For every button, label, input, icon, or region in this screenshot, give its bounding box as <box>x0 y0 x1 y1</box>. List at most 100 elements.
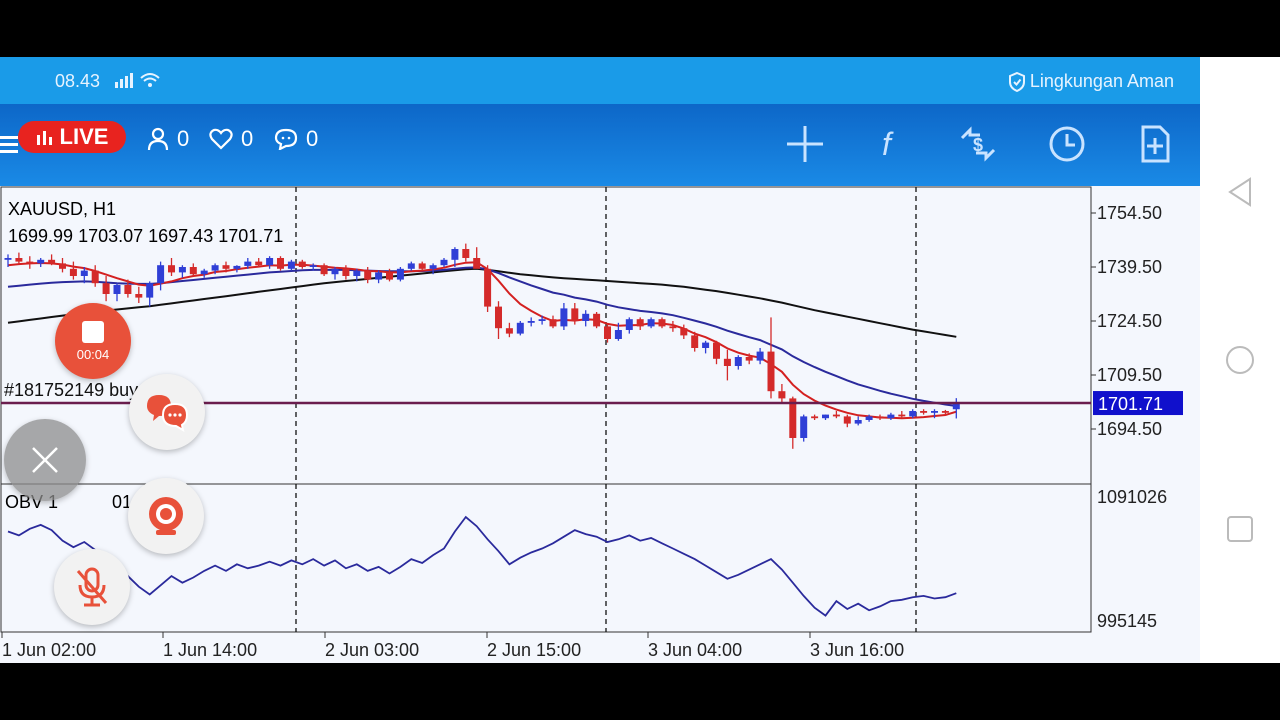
trade-icon[interactable]: $ <box>958 124 998 164</box>
candle-body <box>429 265 437 269</box>
candle-body <box>495 306 502 329</box>
obv-axis-high: 1091026 <box>1097 487 1167 507</box>
price-tick-label: 1694.50 <box>1097 419 1162 439</box>
candle-body <box>37 259 45 264</box>
live-label: LIVE <box>59 124 109 149</box>
ohlc-label: 1699.99 1703.07 1697.43 1701.71 <box>8 226 283 246</box>
video-letterbox-top <box>0 0 1280 57</box>
candle-body <box>189 267 197 275</box>
candle-body <box>473 258 481 269</box>
candle-body <box>244 261 252 266</box>
close-overlay-button[interactable] <box>4 419 86 501</box>
candle-body <box>484 268 492 307</box>
candle-body <box>298 261 306 267</box>
candle-body <box>636 319 644 327</box>
symbol-label: XAUUSD, H1 <box>8 199 116 219</box>
shield-icon <box>1008 71 1025 92</box>
comment-count: 0 <box>274 126 318 152</box>
recents-icon[interactable] <box>1226 515 1254 543</box>
price-tick-label: 1724.50 <box>1097 311 1162 331</box>
signal-icon <box>115 73 160 88</box>
candle-body <box>505 328 513 334</box>
candle-body <box>658 319 666 327</box>
candle-body <box>364 270 372 280</box>
phone-screen: 08.43 Lingkungan Aman f $ LIVE 0 0 0 175… <box>0 57 1200 663</box>
camera-button[interactable] <box>128 478 204 554</box>
candle-body <box>124 285 132 294</box>
candle-body <box>691 335 699 348</box>
menu-icon[interactable] <box>0 134 20 156</box>
candle-body <box>909 411 917 417</box>
candle-body <box>462 249 470 258</box>
candle-body <box>102 283 110 294</box>
close-icon <box>32 447 58 473</box>
security-status: Lingkungan Aman <box>1008 71 1174 92</box>
candle-body <box>91 270 99 284</box>
record-timer: 00:04 <box>76 346 110 362</box>
svg-text:f: f <box>882 126 894 162</box>
candle-body <box>854 420 862 424</box>
candle-body <box>647 319 655 327</box>
candle-body <box>680 328 688 336</box>
candle-body <box>789 398 797 438</box>
candle-body <box>614 330 622 339</box>
candle-body <box>527 321 535 323</box>
viewer-count-value: 0 <box>177 126 190 151</box>
viewer-count: 0 <box>147 126 189 152</box>
candle-body <box>320 265 328 275</box>
time-tick-label: 3 Jun 16:00 <box>810 640 904 660</box>
time-axis: 1 Jun 02:00 1 Jun 14:00 2 Jun 03:00 2 Jun 1… <box>1 632 904 660</box>
candle-body <box>745 357 753 361</box>
security-text: Lingkungan Aman <box>1029 71 1174 91</box>
candle-body <box>604 326 611 339</box>
price-tick-label: 1709.50 <box>1097 365 1162 385</box>
home-icon[interactable] <box>1224 344 1256 376</box>
candle-body <box>211 265 219 271</box>
new-order-icon[interactable] <box>1135 124 1175 164</box>
candle-body <box>255 261 263 266</box>
candle-body <box>342 268 350 276</box>
candle-body <box>843 416 851 424</box>
crosshair-icon[interactable] <box>785 124 825 164</box>
mute-mic-button[interactable] <box>54 549 130 625</box>
back-icon[interactable] <box>1226 177 1254 207</box>
candle-body <box>734 357 742 366</box>
candle-body <box>386 272 393 280</box>
current-price-label: 1701.71 <box>1098 394 1163 414</box>
live-badge[interactable]: LIVE <box>18 121 126 153</box>
person-icon <box>147 127 169 151</box>
candle-body <box>266 258 274 266</box>
candle-body <box>941 411 949 413</box>
candle-body <box>832 414 840 417</box>
like-count-value: 0 <box>241 126 254 151</box>
function-icon[interactable]: f <box>872 124 912 164</box>
candle-body <box>713 342 720 359</box>
candle-body <box>811 416 819 419</box>
candle-body <box>80 270 88 276</box>
clock-icon[interactable] <box>1047 124 1087 164</box>
candle-body <box>876 416 884 419</box>
candle-body <box>168 265 175 273</box>
candle-body <box>277 258 284 269</box>
candle-body <box>48 259 56 264</box>
time-tick-label: 3 Jun 04:00 <box>648 640 742 660</box>
candle-body <box>418 263 426 269</box>
candle-body <box>756 351 764 361</box>
chart-area[interactable]: 1754.50 1739.50 1724.50 1709.50 1694.50 1 Ju… <box>0 186 1200 663</box>
price-tick-label: 1754.50 <box>1097 203 1162 223</box>
heart-icon <box>209 128 233 150</box>
record-stop-button[interactable]: 00:04 <box>55 303 131 379</box>
svg-text:$: $ <box>973 135 983 155</box>
candle-body <box>135 294 143 298</box>
candle-body <box>800 416 808 438</box>
candle-body <box>113 285 121 294</box>
live-bars-icon <box>36 131 52 145</box>
candle-body <box>625 319 633 330</box>
candle-body <box>407 263 415 269</box>
candle-body <box>538 319 546 321</box>
webcam-icon <box>149 497 183 535</box>
chat-button[interactable] <box>129 374 205 450</box>
candle-body <box>233 265 241 269</box>
candle-body <box>287 261 295 269</box>
candle-body <box>15 258 23 262</box>
